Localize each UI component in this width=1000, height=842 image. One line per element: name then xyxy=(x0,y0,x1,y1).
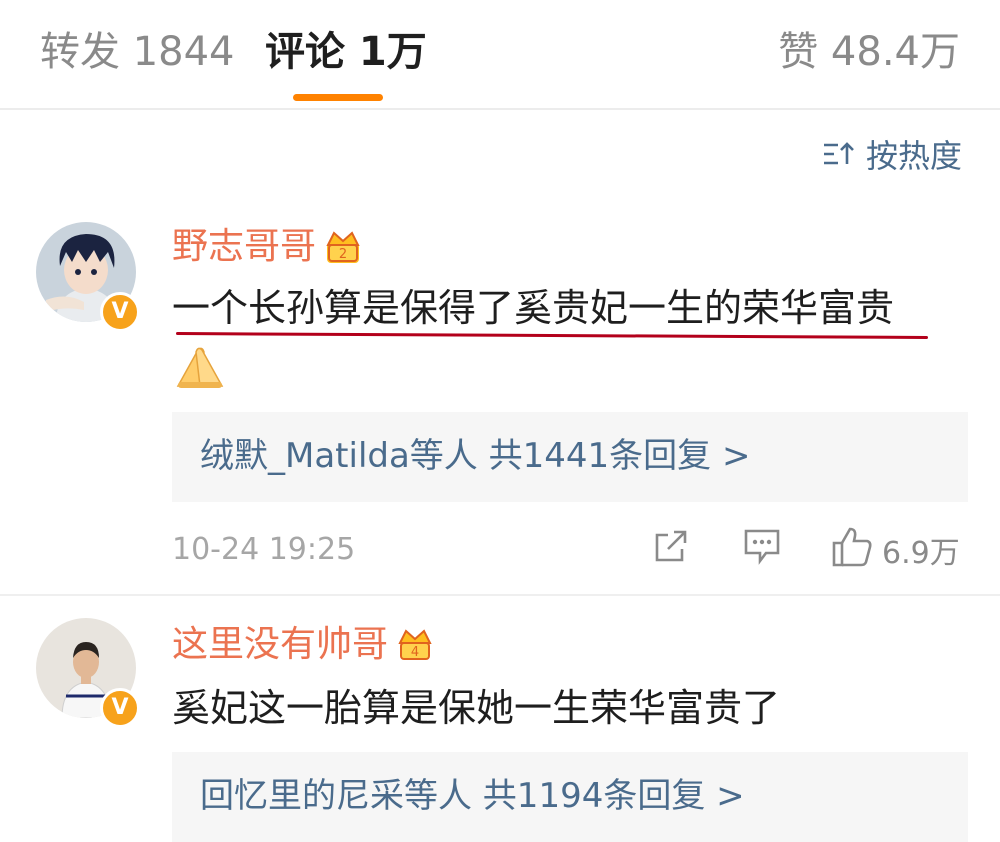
comment-meta: 10-24 19:25 6.9万 xyxy=(172,525,968,575)
comment-text: 一个长孙算是保得了奚贵妃一生的荣华富贵 xyxy=(172,286,895,330)
sort-button[interactable]: 按热度 xyxy=(822,134,962,175)
comment-item: V 这里没有帅哥 4 奚妃这一胎算是保她一生荣华富贵了 回忆里的尼采等人 共11… xyxy=(0,612,1000,842)
sort-label: 按热度 xyxy=(865,137,962,175)
like-button[interactable]: 6.9万 xyxy=(830,525,960,575)
tab-likes[interactable]: 赞 48.4万 xyxy=(778,26,960,78)
vip-crown-icon: 2 xyxy=(324,229,362,265)
verified-badge: V xyxy=(100,292,140,332)
repost-button[interactable] xyxy=(652,528,690,572)
replies-preview[interactable]: 回忆里的尼采等人 共1194条回复 > xyxy=(172,752,968,842)
replies-link[interactable]: 绒默_Matilda等人 共1441条回复 > xyxy=(200,434,750,478)
svg-text:4: 4 xyxy=(411,645,419,660)
replies-link[interactable]: 回忆里的尼采等人 共1194条回复 > xyxy=(200,774,745,818)
share-icon xyxy=(652,527,690,573)
tab-repost[interactable]: 转发 1844 xyxy=(40,26,235,78)
vip-crown-icon: 4 xyxy=(396,627,434,663)
timestamp: 10-24 19:25 xyxy=(172,532,356,567)
tab-bar: 转发 1844 评论 1万 赞 48.4万 xyxy=(0,0,1000,110)
username[interactable]: 这里没有帅哥 xyxy=(172,622,388,668)
folded-hands-emoji-icon xyxy=(172,342,228,394)
comment-text: 奚妃这一胎算是保她一生荣华富贵了 xyxy=(172,686,781,730)
svg-text:2: 2 xyxy=(339,247,347,262)
verified-badge: V xyxy=(100,688,140,728)
thumbs-up-icon xyxy=(830,525,874,575)
replies-preview[interactable]: 绒默_Matilda等人 共1441条回复 > xyxy=(172,412,968,502)
username[interactable]: 野志哥哥 xyxy=(172,224,316,270)
reply-button[interactable] xyxy=(742,528,782,572)
comment-item: V 野志哥哥 2 一个长孙算是保得了奚贵妃一生的荣华富贵 绒默_Matilda等… xyxy=(0,222,1000,596)
sort-icon xyxy=(822,141,856,167)
like-count: 6.9万 xyxy=(882,536,960,571)
comment-icon xyxy=(742,527,782,573)
tab-comments[interactable]: 评论 1万 xyxy=(265,26,427,78)
active-tab-indicator xyxy=(293,94,383,101)
